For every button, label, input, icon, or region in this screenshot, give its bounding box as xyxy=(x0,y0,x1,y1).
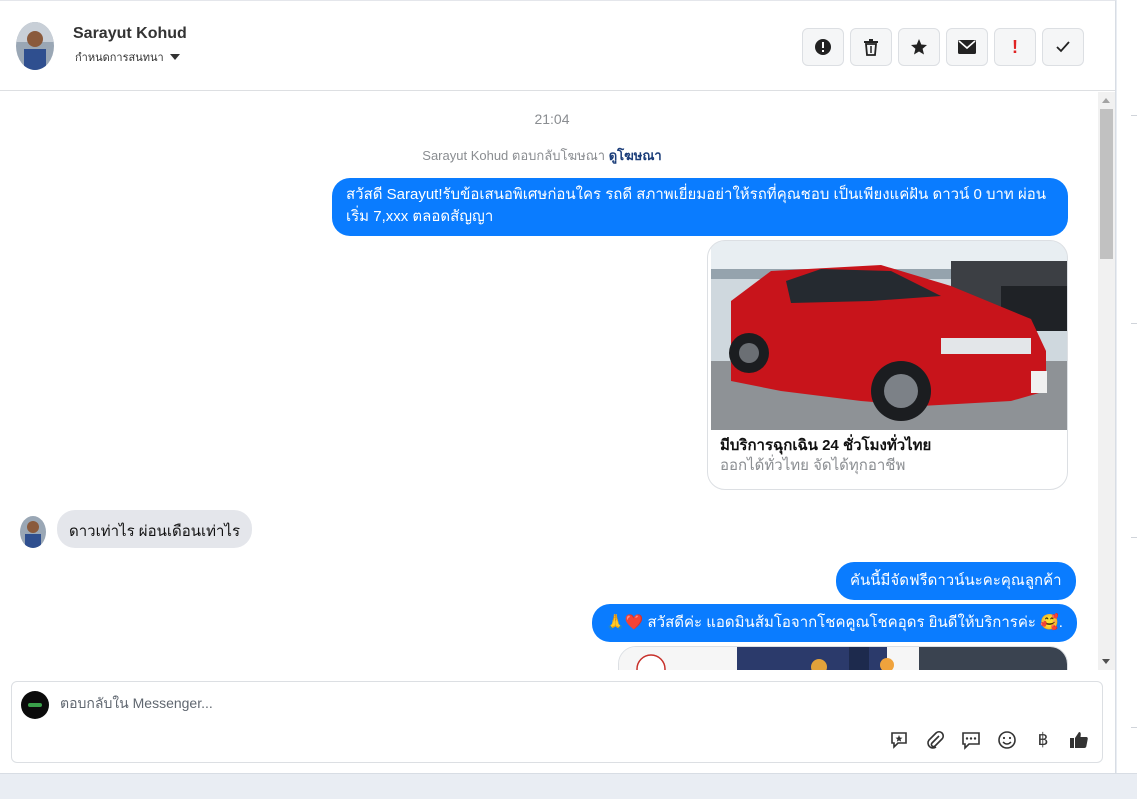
star-button[interactable] xyxy=(898,28,940,66)
caret-down-icon xyxy=(169,54,180,60)
scrollbar-thumb[interactable] xyxy=(1100,109,1113,259)
divider xyxy=(1131,537,1137,538)
scroll-up-icon[interactable] xyxy=(1102,98,1110,103)
contact-name[interactable]: Sarayut Kohud xyxy=(73,25,187,43)
header-actions: ! xyxy=(802,28,1084,66)
side-edge xyxy=(1117,0,1137,773)
thumbs-up-icon[interactable] xyxy=(1068,729,1090,751)
ad-reply-note: Sarayut Kohud ตอบกลับโฆษณา ดูโฆษณา xyxy=(0,145,1084,166)
attachment-icon[interactable] xyxy=(924,729,946,751)
bottom-edge xyxy=(0,773,1137,799)
message-icon[interactable] xyxy=(960,729,982,751)
envelope-icon xyxy=(958,40,976,54)
timestamp: 21:04 xyxy=(534,111,570,127)
conversation-header: Sarayut Kohud กำหนดการสนทนา ! xyxy=(0,1,1115,91)
outgoing-message: สวัสดี Sarayut!รับข้อเสนอพิเศษก่อนใคร รถ… xyxy=(332,178,1068,236)
car-photo xyxy=(711,241,1067,430)
image-attachment[interactable] xyxy=(618,646,1068,670)
outgoing-message: คันนี้มีจัดฟรีดาวน์นะคะคุณลูกค้า xyxy=(836,562,1076,600)
ad-card-subtitle: ออกได้ทั่วไทย จัดได้ทุกอาชีพ xyxy=(720,457,906,474)
mark-unread-button[interactable] xyxy=(946,28,988,66)
report-spam-button[interactable] xyxy=(802,28,844,66)
message-list[interactable]: 21:04 Sarayut Kohud ตอบกลับโฆษณา ดูโฆษณา… xyxy=(0,92,1097,670)
divider xyxy=(1131,323,1137,324)
divider xyxy=(1131,727,1137,728)
exclamation-icon: ! xyxy=(1012,36,1018,57)
incoming-message: ดาวเท่าไร ผ่อนเดือนเท่าไร xyxy=(57,510,253,548)
divider xyxy=(1131,115,1137,116)
important-button[interactable]: ! xyxy=(994,28,1036,66)
star-icon xyxy=(911,39,927,55)
page-avatar xyxy=(21,691,49,719)
assign-conversation-dropdown[interactable]: กำหนดการสนทนา xyxy=(75,48,180,66)
alert-circle-icon xyxy=(815,39,831,55)
emoji-icon[interactable] xyxy=(996,729,1018,751)
assign-label: กำหนดการสนทนา xyxy=(75,52,164,64)
reply-input[interactable] xyxy=(60,695,860,711)
ad-reply-text: Sarayut Kohud ตอบกลับโฆษณา xyxy=(422,148,606,163)
message-scrollbar[interactable] xyxy=(1098,92,1115,670)
composer-tools: ฿ xyxy=(888,729,1090,751)
scroll-down-icon[interactable] xyxy=(1102,659,1110,664)
saved-reply-icon[interactable] xyxy=(888,729,910,751)
customer-avatar[interactable] xyxy=(20,516,46,548)
check-icon xyxy=(1056,41,1070,53)
view-ad-link[interactable]: ดูโฆษณา xyxy=(609,148,662,163)
ad-card[interactable]: มีบริการฉุกเฉิน 24 ชั่วโมงทั่วไทย ออกได้… xyxy=(707,240,1068,490)
outgoing-message: 🙏❤️ สวัสดีค่ะ แอดมินส้มโอจากโชคคูณโชคอุด… xyxy=(592,604,1077,642)
attachment-photo xyxy=(619,647,1067,670)
mark-done-button[interactable] xyxy=(1042,28,1084,66)
message-composer: ฿ xyxy=(11,681,1103,763)
inbox-panel: Sarayut Kohud กำหนดการสนทนา ! 21:04 Sara… xyxy=(0,0,1116,773)
delete-button[interactable] xyxy=(850,28,892,66)
contact-avatar[interactable] xyxy=(16,22,54,70)
baht-icon[interactable]: ฿ xyxy=(1032,729,1054,751)
trash-icon xyxy=(864,39,878,56)
